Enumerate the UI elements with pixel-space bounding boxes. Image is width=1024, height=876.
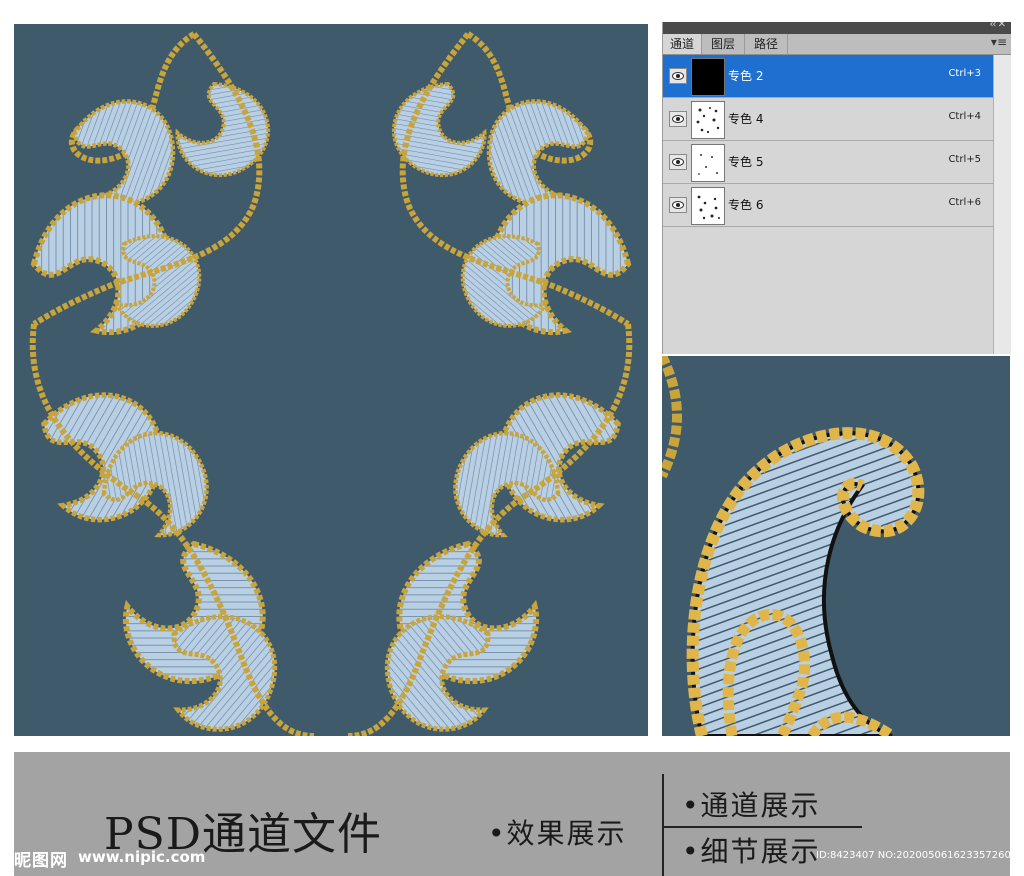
channel-name: 专色 6 — [728, 198, 764, 212]
channel-name: 专色 5 — [728, 155, 764, 169]
eye-icon[interactable] — [669, 68, 687, 84]
watermark-logo: 昵图网 — [14, 851, 68, 871]
eye-icon[interactable] — [669, 111, 687, 127]
channel-thumbnail — [691, 144, 725, 182]
channel-row-spot-4[interactable]: 专色 4 Ctrl+4 — [663, 98, 993, 141]
tab-layers[interactable]: 图层 — [702, 34, 745, 54]
panel-title-bar: ‹‹ ✕ — [663, 22, 1011, 34]
channel-shortcut: Ctrl+4 — [948, 111, 981, 122]
watermark-url: www.nipic.com — [78, 848, 206, 866]
channel-thumbnail — [691, 58, 725, 96]
pattern-effect-preview — [14, 24, 648, 736]
detail-label: •细节展示 — [682, 835, 821, 868]
divider-vertical — [662, 774, 664, 876]
channel-thumbnail — [691, 187, 725, 225]
channel-label: •通道展示 — [682, 789, 821, 822]
channel-row-spot-5[interactable]: 专色 5 Ctrl+5 — [663, 141, 993, 184]
effect-label: •效果展示 — [488, 817, 627, 850]
eye-icon[interactable] — [669, 197, 687, 213]
divider-horizontal — [662, 826, 862, 828]
channel-row-spot-2[interactable]: 专色 2 Ctrl+3 — [663, 55, 993, 98]
channel-thumbnail — [691, 101, 725, 139]
panel-scrollbar[interactable] — [993, 55, 1011, 354]
channel-shortcut: Ctrl+6 — [948, 197, 981, 208]
channel-row-spot-6[interactable]: 专色 6 Ctrl+6 — [663, 184, 993, 227]
channel-shortcut: Ctrl+3 — [948, 68, 981, 79]
eye-icon[interactable] — [669, 154, 687, 170]
channel-name: 专色 2 — [728, 69, 764, 83]
tab-paths[interactable]: 路径 — [745, 34, 788, 54]
tab-channels[interactable]: 通道 — [663, 34, 702, 54]
collapse-icon[interactable]: ‹‹ ✕ — [989, 22, 1006, 30]
channels-panel: ‹‹ ✕ 通道 图层 路径 ▾≡ 专色 2 Ctrl+3 专色 4 Ctrl+4… — [662, 22, 1011, 354]
channel-name: 专色 4 — [728, 112, 764, 126]
baroque-ornament-image — [14, 24, 648, 736]
panel-menu-icon[interactable]: ▾≡ — [991, 35, 1007, 49]
ornament-detail-image — [662, 356, 925, 736]
pattern-detail-preview — [662, 356, 1010, 736]
panel-tab-bar: 通道 图层 路径 ▾≡ — [663, 34, 1011, 55]
channel-shortcut: Ctrl+5 — [948, 154, 981, 165]
watermark-id: ID:8423407 NO:20200506162335726080 — [816, 850, 1024, 861]
